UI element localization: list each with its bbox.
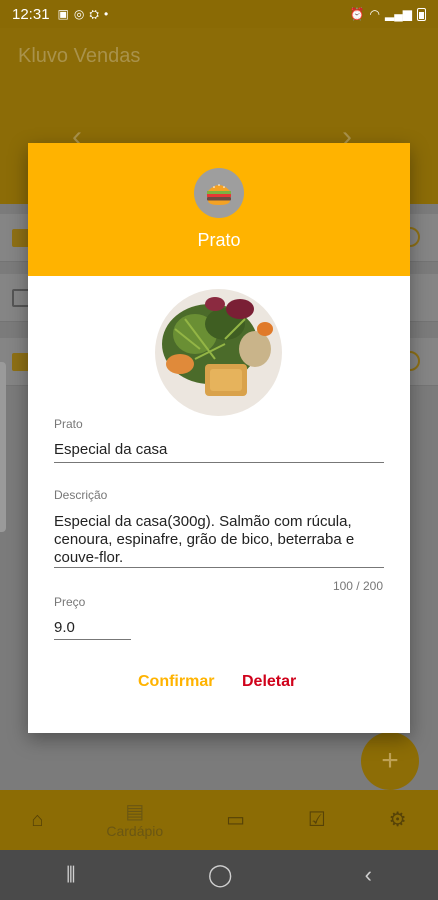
home-icon: ⌂ xyxy=(31,809,44,831)
status-time: 12:31 xyxy=(12,5,50,23)
checklist-icon: ☑ xyxy=(307,809,326,831)
price-underline xyxy=(54,639,131,640)
nav-home[interactable]: ⌂ xyxy=(31,809,43,831)
notification-icons: ▣ ◎ ⛭ • xyxy=(58,7,109,22)
description-char-counter: 100 / 200 xyxy=(332,579,383,593)
nav-tickets[interactable]: ▭ xyxy=(226,809,245,831)
side-drawer-handle[interactable] xyxy=(0,362,6,532)
price-input[interactable]: 9.0 xyxy=(54,619,75,636)
nav-orders[interactable]: ☑ xyxy=(308,809,326,831)
description-input[interactable]: Especial da casa(300g). Salmão com rúcul… xyxy=(54,513,374,567)
bottom-navigation: ⌂ ▤ Cardápio ▭ ☑ ⚙ xyxy=(0,790,438,850)
status-bar: 12:31 ▣ ◎ ⛭ • ⏰ ◠ ▂▄▆ xyxy=(0,0,438,28)
nav-cardapio[interactable]: ▤ Cardápio xyxy=(106,801,163,839)
signal-icon: ▂▄▆ xyxy=(385,7,412,21)
edit-dish-dialog: Prato Prato Especial da casa Descrição E… xyxy=(28,143,410,733)
delete-button[interactable]: Deletar xyxy=(242,673,296,691)
dish-name-label: Prato xyxy=(54,417,83,431)
ticket-icon: ▭ xyxy=(226,809,245,831)
alarm-icon: ⏰ xyxy=(349,7,365,21)
description-label: Descrição xyxy=(54,488,108,502)
dish-photo[interactable] xyxy=(155,289,282,416)
system-icons: ⏰ ◠ ▂▄▆ xyxy=(350,7,426,21)
dialog-title: Prato xyxy=(197,230,241,250)
add-fab-button[interactable]: + xyxy=(361,732,419,790)
gear-icon: ⚙ xyxy=(388,809,407,831)
image-notification-icon: ▣ xyxy=(57,6,69,21)
nav-settings[interactable]: ⚙ xyxy=(389,809,407,831)
back-button[interactable]: ‹ xyxy=(365,862,372,888)
menu-book-icon: ▤ xyxy=(125,801,145,823)
home-button[interactable]: ◯ xyxy=(208,862,233,888)
price-label: Preço xyxy=(54,595,86,609)
system-navigation-bar: ⦀ ◯ ‹ xyxy=(0,850,438,900)
dish-name-input[interactable]: Especial da casa xyxy=(54,441,167,458)
confirm-button[interactable]: Confirmar xyxy=(138,673,214,691)
description-underline xyxy=(54,567,384,568)
app-title: Kluvo Vendas xyxy=(18,45,141,67)
wifi-icon: ◠ xyxy=(369,7,381,21)
dialog-header: Prato xyxy=(28,143,410,276)
whatsapp-notification-icon: ◎ xyxy=(73,6,85,21)
recent-apps-button[interactable]: ⦀ xyxy=(66,862,76,888)
dot-notification-icon: • xyxy=(103,6,109,21)
dish-name-underline xyxy=(54,462,384,463)
hamburger-icon xyxy=(194,168,244,218)
incognito-notification-icon: ⛭ xyxy=(89,6,99,21)
nav-cardapio-label: Cardápio xyxy=(106,823,164,839)
battery-icon xyxy=(417,7,426,21)
